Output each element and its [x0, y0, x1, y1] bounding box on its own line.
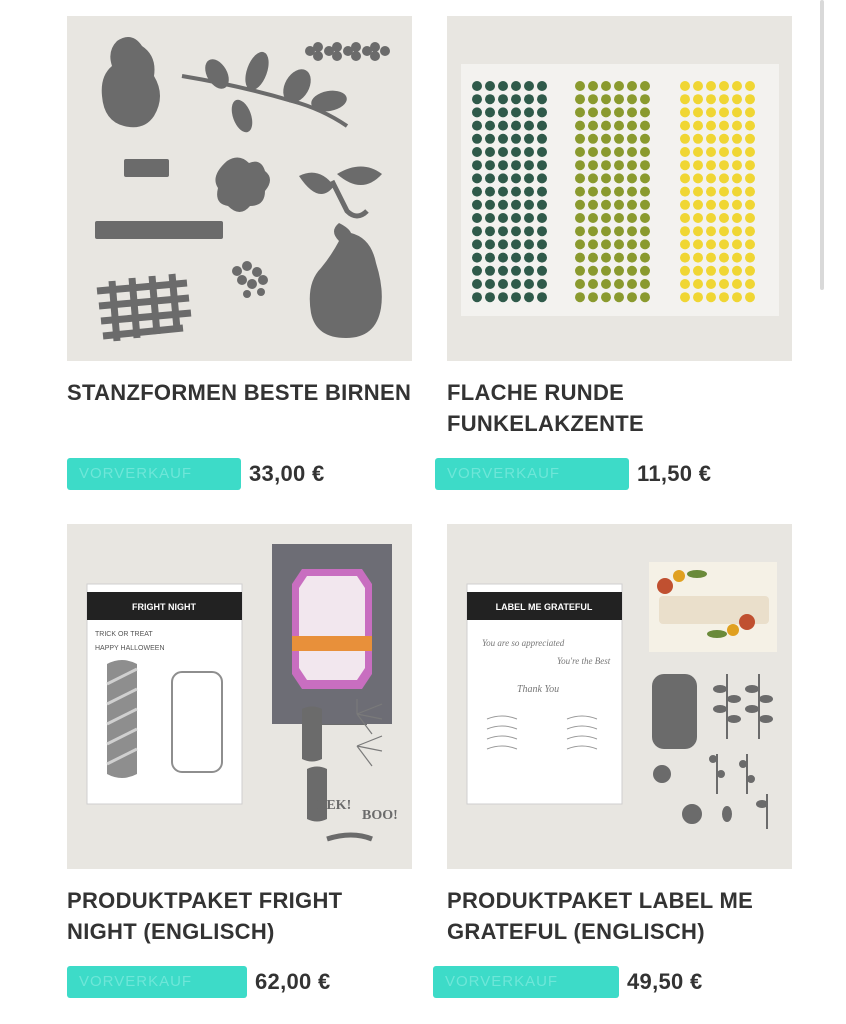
set-name-label: FRIGHT NIGHT	[132, 602, 196, 612]
product-title[interactable]: PRODUKTPAKET FRIGHT NIGHT (ENGLISCH)	[67, 885, 412, 947]
product-title[interactable]: STANZFORMEN BESTE BIRNEN	[67, 377, 412, 439]
product-card-stanzformen[interactable]: STANZFORMEN BESTE BIRNEN VORVERKAUF 33,0…	[67, 16, 412, 491]
product-card-fright-night[interactable]: FRIGHT NIGHT TRICK OR TREAT HAPPY HALLOW…	[67, 524, 412, 999]
presale-badge: VORVERKAUF	[433, 966, 619, 998]
product-card-funkelakzente[interactable]: FLACHE RUNDE FUNKELAKZENTE VORVERKAUF 11…	[435, 16, 792, 491]
svg-text:EEK!: EEK!	[317, 798, 351, 813]
product-image[interactable]: LABEL ME GRATEFUL You are so appreciated…	[447, 524, 792, 869]
price-row: VORVERKAUF 33,00 €	[67, 457, 412, 491]
product-card-label-me-grateful[interactable]: LABEL ME GRATEFUL You are so appreciated…	[433, 524, 792, 999]
product-price: 62,00 €	[255, 969, 331, 994]
product-image[interactable]	[67, 16, 412, 361]
product-image[interactable]: FRIGHT NIGHT TRICK OR TREAT HAPPY HALLOW…	[67, 524, 412, 869]
presale-badge: VORVERKAUF	[435, 458, 629, 490]
product-price: 33,00 €	[249, 461, 325, 486]
svg-text:You are so appreciated: You are so appreciated	[482, 638, 565, 648]
presale-badge: VORVERKAUF	[67, 966, 247, 998]
price-row: VORVERKAUF 11,50 €	[435, 457, 792, 491]
product-image[interactable]	[447, 16, 792, 361]
set-name-label: LABEL ME GRATEFUL	[496, 602, 593, 612]
product-title[interactable]: PRODUKTPAKET LABEL ME GRATEFUL (ENGLISCH…	[447, 885, 792, 947]
product-title[interactable]: FLACHE RUNDE FUNKELAKZENTE	[447, 377, 792, 439]
product-grid-page: STANZFORMEN BESTE BIRNEN VORVERKAUF 33,0…	[0, 0, 846, 1024]
product-price: 11,50 €	[637, 461, 712, 486]
svg-text:BOO!: BOO!	[362, 808, 398, 823]
price-row: VORVERKAUF 62,00 €	[67, 965, 412, 999]
svg-text:Thank You: Thank You	[517, 684, 559, 695]
price-row: VORVERKAUF 49,50 €	[433, 965, 792, 999]
fright-night-bundle-illustration: FRIGHT NIGHT TRICK OR TREAT HAPPY HALLOW…	[67, 524, 412, 869]
svg-text:TRICK OR TREAT: TRICK OR TREAT	[95, 631, 153, 638]
product-price: 49,50 €	[627, 969, 703, 994]
label-me-grateful-bundle-illustration: LABEL ME GRATEFUL You are so appreciated…	[447, 524, 792, 869]
pear-dies-illustration	[67, 16, 412, 361]
scrollbar[interactable]	[820, 0, 824, 290]
svg-text:You're the Best: You're the Best	[557, 656, 611, 666]
svg-text:HAPPY HALLOWEEN: HAPPY HALLOWEEN	[95, 645, 165, 652]
presale-badge: VORVERKAUF	[67, 458, 241, 490]
gem-sheets-illustration	[447, 16, 792, 361]
